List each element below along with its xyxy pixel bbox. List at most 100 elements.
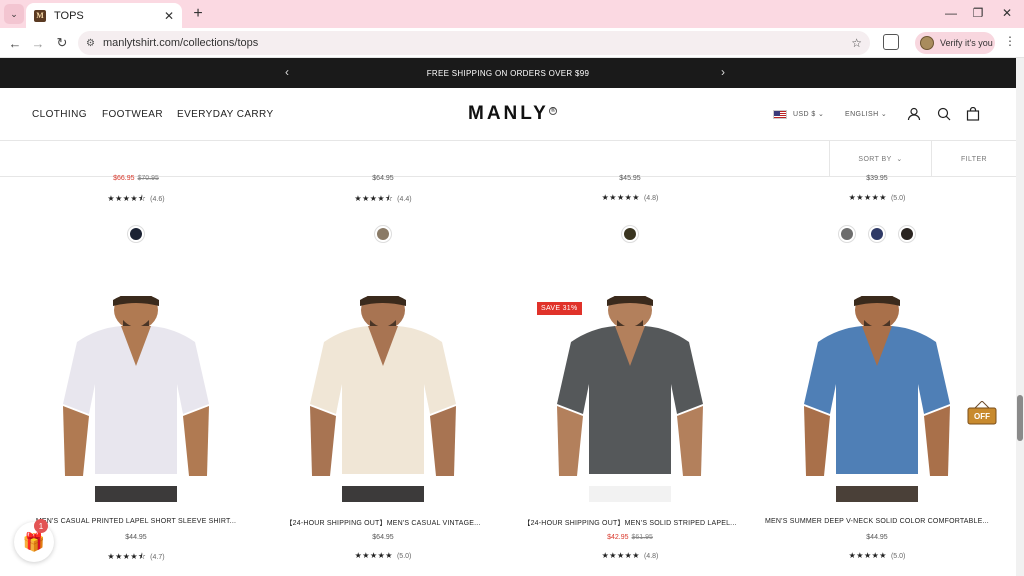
product-rating: ★★★★★ (5.0) — [754, 193, 1000, 202]
site-header: CLOTHING FOOTWEAR EVERYDAY CARRY MANLY ® … — [0, 88, 1016, 141]
product-title[interactable]: 【24-HOUR SHIPPING OUT】MEN'S SOLID STRIPE… — [507, 518, 753, 528]
currency-selector[interactable]: USD $ ⌄ — [793, 110, 824, 118]
tab-title: TOPS — [54, 9, 84, 22]
product-price: $44.95 — [754, 534, 1000, 541]
puzzle-icon[interactable] — [883, 34, 899, 50]
chevron-right-icon[interactable]: › — [721, 65, 725, 79]
star-rating-icons: ★★★★★ — [848, 193, 887, 202]
price-current: $64.95 — [372, 534, 394, 541]
tune-icon[interactable]: ⚙ — [86, 38, 95, 49]
star-icon[interactable]: ☆ — [851, 36, 862, 50]
star-rating-icons: ★★★★★ — [601, 551, 640, 560]
language-label: ENGLISH — [845, 111, 879, 118]
restore-icon[interactable]: ❐ — [967, 4, 989, 22]
product-price: $64.95 — [260, 175, 506, 182]
off-sign-icon[interactable]: OFF — [966, 401, 998, 427]
color-swatch[interactable] — [898, 225, 916, 243]
product-rating: ★★★★⯪ (4.4) — [260, 193, 506, 207]
rating-value: (4.8) — [643, 553, 659, 560]
arrow-left-icon[interactable]: ← — [5, 33, 25, 53]
window-close-icon[interactable]: ✕ — [996, 4, 1018, 22]
sort-by-button[interactable]: SORT BY ⌄ — [829, 141, 931, 177]
chevron-down-icon: ⌄ — [880, 111, 888, 118]
browser-tab-strip: ⌄ M TOPS ✕ + — ❐ ✕ — [0, 0, 1024, 28]
color-swatch[interactable] — [838, 225, 856, 243]
search-icon[interactable] — [937, 107, 951, 121]
product-card[interactable] — [784, 296, 970, 502]
off-sign-text: OFF — [974, 412, 990, 421]
browser-toolbar: ← → ↻ ⚙ manlytshirt.com/collections/tops… — [0, 28, 1024, 58]
product-price: $66.95 $70.95 — [13, 175, 259, 182]
product-image[interactable] — [784, 296, 970, 502]
price-current: $39.95 — [866, 175, 888, 182]
price-current: $66.95 — [113, 175, 135, 182]
logo-text: MANLY — [468, 103, 549, 124]
rating-value: (4.7) — [150, 554, 165, 561]
chevron-down-icon[interactable]: ⌄ — [4, 4, 24, 24]
filter-button[interactable]: FILTER — [931, 141, 1016, 177]
color-swatches — [507, 225, 753, 243]
verify-label: Verify it's you — [940, 38, 993, 48]
gift-icon: 🎁 — [22, 531, 46, 552]
product-rating: ★★★★★ (5.0) — [260, 551, 506, 560]
product-title[interactable]: MEN'S SUMMER DEEP V-NECK SOLID COLOR COM… — [754, 518, 1000, 525]
color-swatch[interactable] — [127, 225, 145, 243]
color-swatches — [754, 225, 1000, 243]
swatch-fill — [901, 228, 913, 240]
star-rating-icons: ★★★★★ — [601, 193, 640, 202]
avatar — [920, 36, 934, 50]
address-bar[interactable]: ⚙ manlytshirt.com/collections/tops ☆ — [78, 31, 870, 55]
product-image[interactable] — [290, 296, 476, 502]
star-rating-icons: ★★★★★ — [848, 551, 887, 560]
product-image[interactable] — [537, 296, 723, 502]
product-rating: ★★★★⯪ (4.6) — [13, 193, 259, 207]
product-title[interactable]: 【24-HOUR SHIPPING OUT】MEN'S CASUAL VINTA… — [260, 518, 506, 528]
arrow-right-icon[interactable]: → — [28, 33, 48, 53]
user-icon[interactable] — [907, 107, 921, 121]
collection-toolbar: SORT BY ⌄ FILTER — [0, 141, 1016, 177]
color-swatch[interactable] — [374, 225, 392, 243]
kebab-icon[interactable]: ⋮ — [1004, 34, 1016, 48]
url-text[interactable]: manlytshirt.com/collections/tops — [103, 37, 851, 49]
scrollbar-thumb[interactable] — [1017, 395, 1023, 441]
product-price: $42.95 $61.95 — [507, 534, 753, 541]
product-card[interactable] — [43, 296, 229, 502]
rating-value: (5.0) — [890, 553, 906, 560]
product-card[interactable] — [290, 296, 476, 502]
language-selector[interactable]: ENGLISH ⌄ — [845, 110, 887, 118]
price-current: $45.95 — [619, 175, 641, 182]
site-favicon-icon: M — [34, 9, 46, 22]
product-card[interactable]: SAVE 31% — [537, 296, 723, 502]
color-swatch[interactable] — [621, 225, 639, 243]
star-rating-icons: ★★★★⯪ — [354, 194, 394, 203]
site-logo[interactable]: MANLY ® — [468, 103, 558, 125]
announcement-text: FREE SHIPPING ON ORDERS OVER $99 — [426, 68, 590, 78]
verify-profile-button[interactable]: Verify it's you — [915, 32, 995, 54]
filter-label: FILTER — [961, 155, 987, 163]
close-icon[interactable]: ✕ — [164, 9, 174, 23]
minimize-icon[interactable]: — — [940, 4, 962, 22]
star-rating-icons: ★★★★★ — [354, 551, 393, 560]
color-swatches — [260, 225, 506, 243]
sale-badge: SAVE 31% — [537, 302, 582, 315]
chevron-left-icon[interactable]: ‹ — [285, 65, 289, 79]
nav-footwear[interactable]: FOOTWEAR — [102, 109, 163, 120]
product-price: $39.95 — [754, 175, 1000, 182]
currency-label: USD $ — [793, 111, 816, 118]
product-rating: ★★★★★ (4.8) — [507, 551, 753, 560]
plus-icon[interactable]: + — [188, 4, 208, 24]
rating-value: (5.0) — [890, 195, 906, 202]
product-price: $45.95 — [507, 175, 753, 182]
color-swatch[interactable] — [868, 225, 886, 243]
nav-clothing[interactable]: CLOTHING — [32, 109, 87, 120]
product-rating: ★★★★★ (4.8) — [507, 193, 753, 202]
nav-everyday-carry[interactable]: EVERYDAY CARRY — [177, 109, 274, 120]
product-title[interactable]: MEN'S CASUAL PRINTED LAPEL SHORT SLEEVE … — [13, 518, 259, 525]
product-price: $64.95 — [260, 534, 506, 541]
price-compare: $61.95 — [631, 534, 653, 541]
browser-tab[interactable]: M TOPS ✕ — [26, 3, 182, 28]
page-scrollbar[interactable] — [1016, 58, 1024, 576]
bag-icon[interactable] — [966, 107, 980, 121]
product-image[interactable] — [43, 296, 229, 502]
reload-icon[interactable]: ↻ — [52, 33, 72, 53]
